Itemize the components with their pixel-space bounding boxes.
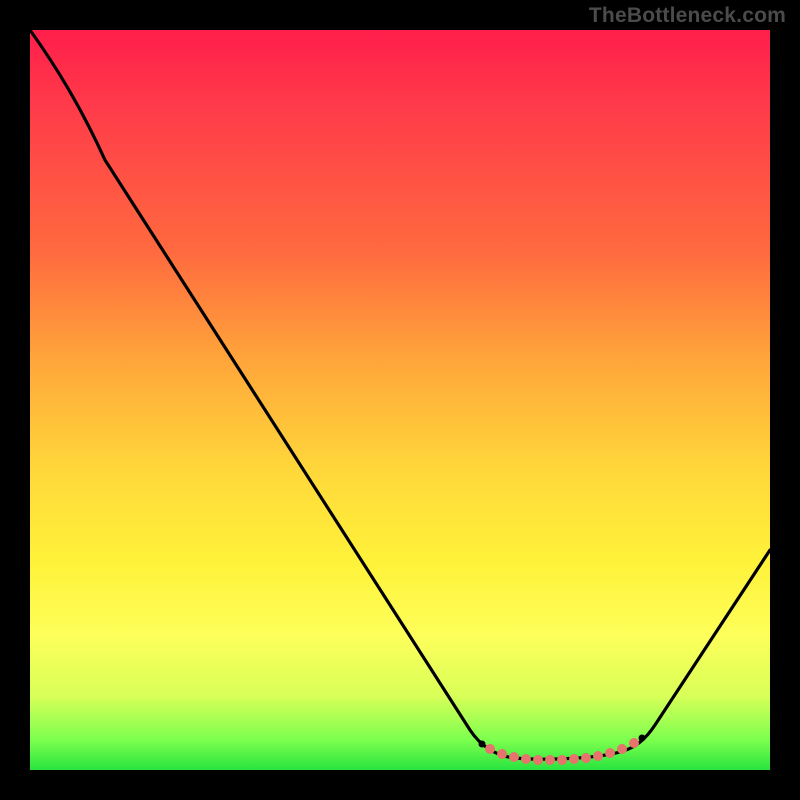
plot-area xyxy=(30,30,770,770)
watermark-text: TheBottleneck.com xyxy=(589,4,786,28)
chart-frame: TheBottleneck.com xyxy=(0,0,800,800)
bottleneck-curve-path xyxy=(30,30,770,759)
curve-svg xyxy=(30,30,770,770)
trough-end-dot-right xyxy=(639,735,646,742)
trough-end-dot-left xyxy=(479,741,486,748)
